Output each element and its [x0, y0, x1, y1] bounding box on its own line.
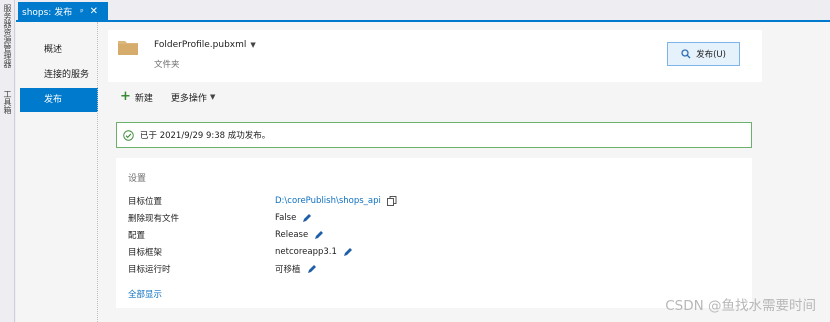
publish-page: 概述 连接的服务 发布 FolderProfile.pubxml ▼ 文件夹 发布… [16, 22, 830, 322]
copy-icon[interactable] [386, 195, 397, 206]
profile-card: FolderProfile.pubxml ▼ 文件夹 发布(U) [108, 30, 762, 82]
setting-row-target-location: 目标位置 D:\corePublish\shops_api [128, 192, 748, 209]
server-explorer-tab[interactable]: 服务器资源管理器 [1, 4, 14, 68]
publish-status-banner: 已于 2021/9/29 9:38 成功发布。 [116, 122, 752, 148]
publish-button-label: 发布(U) [696, 50, 726, 60]
document-tab-row: shops: 发布 ᵖ ✕ [16, 0, 830, 21]
plus-icon: + [120, 89, 131, 104]
setting-value-wrap: False [275, 213, 312, 223]
setting-value: D:\corePublish\shops_api [275, 195, 381, 206]
setting-row-delete-existing: 删除现有文件 False [128, 209, 748, 226]
pin-icon[interactable]: ᵖ [80, 7, 83, 16]
profile-selector[interactable]: FolderProfile.pubxml ▼ [154, 40, 256, 50]
more-actions-button[interactable]: 更多操作 ▼ [171, 91, 215, 104]
new-label: 新建 [134, 93, 153, 104]
setting-value: 可移植 [275, 264, 301, 275]
setting-value-wrap: Release [275, 230, 324, 240]
nav-item-overview[interactable]: 概述 [20, 38, 98, 62]
publish-nav: 概述 连接的服务 发布 [20, 38, 98, 113]
nav-divider [97, 22, 98, 322]
setting-value-wrap: 可移植 [275, 263, 317, 275]
setting-row-target-runtime: 目标运行时 可移植 [128, 260, 748, 277]
show-all-link[interactable]: 全部显示 [128, 288, 162, 300]
setting-row-target-framework: 目标框架 netcoreapp3.1 [128, 243, 748, 260]
toolbox-tab[interactable]: 工具箱 [1, 90, 14, 114]
chevron-down-icon: ▼ [250, 41, 256, 49]
nav-item-connected-services[interactable]: 连接的服务 [20, 63, 98, 87]
nav-item-publish[interactable]: 发布 [20, 88, 98, 112]
check-circle-icon [123, 129, 134, 141]
setting-label: 删除现有文件 [128, 213, 180, 224]
new-profile-button[interactable]: + 新建 [120, 89, 153, 104]
status-message: 已于 2021/9/29 9:38 成功发布。 [140, 131, 271, 141]
publish-icon [681, 49, 691, 59]
setting-value: Release [275, 229, 309, 240]
setting-label: 目标运行时 [128, 264, 171, 275]
chevron-down-icon: ▼ [209, 93, 216, 101]
folder-icon [118, 41, 138, 55]
setting-value-wrap: netcoreapp3.1 [275, 247, 353, 257]
settings-title: 设置 [128, 174, 147, 184]
edit-pencil-icon[interactable] [314, 230, 324, 240]
setting-label: 目标位置 [128, 196, 163, 207]
profile-name: FolderProfile.pubxml [154, 40, 247, 50]
target-location-link[interactable]: D:\corePublish\shops_api [275, 196, 397, 206]
edit-pencil-icon[interactable] [302, 213, 312, 223]
setting-label: 目标框架 [128, 247, 163, 258]
setting-value: netcoreapp3.1 [275, 246, 337, 257]
edit-pencil-icon[interactable] [343, 247, 353, 257]
watermark: CSDN @鱼找水需要时间 [665, 298, 816, 314]
more-label: 更多操作 [170, 93, 207, 104]
tab-title: shops: 发布 [22, 8, 73, 18]
tab-publish[interactable]: shops: 发布 ᵖ ✕ [18, 2, 108, 21]
setting-label: 配置 [128, 230, 146, 241]
close-icon[interactable]: ✕ [90, 6, 98, 17]
edit-pencil-icon[interactable] [307, 264, 317, 274]
side-tool-strip: 服务器资源管理器 工具箱 [0, 0, 15, 322]
setting-value: False [275, 212, 297, 223]
settings-card: 设置 目标位置 D:\corePublish\shops_api 删除现有文件 … [116, 158, 752, 308]
publish-button[interactable]: 发布(U) [667, 42, 740, 66]
profile-toolbar: + 新建 更多操作 ▼ [120, 90, 233, 104]
profile-type: 文件夹 [154, 60, 180, 70]
setting-row-configuration: 配置 Release [128, 226, 748, 243]
